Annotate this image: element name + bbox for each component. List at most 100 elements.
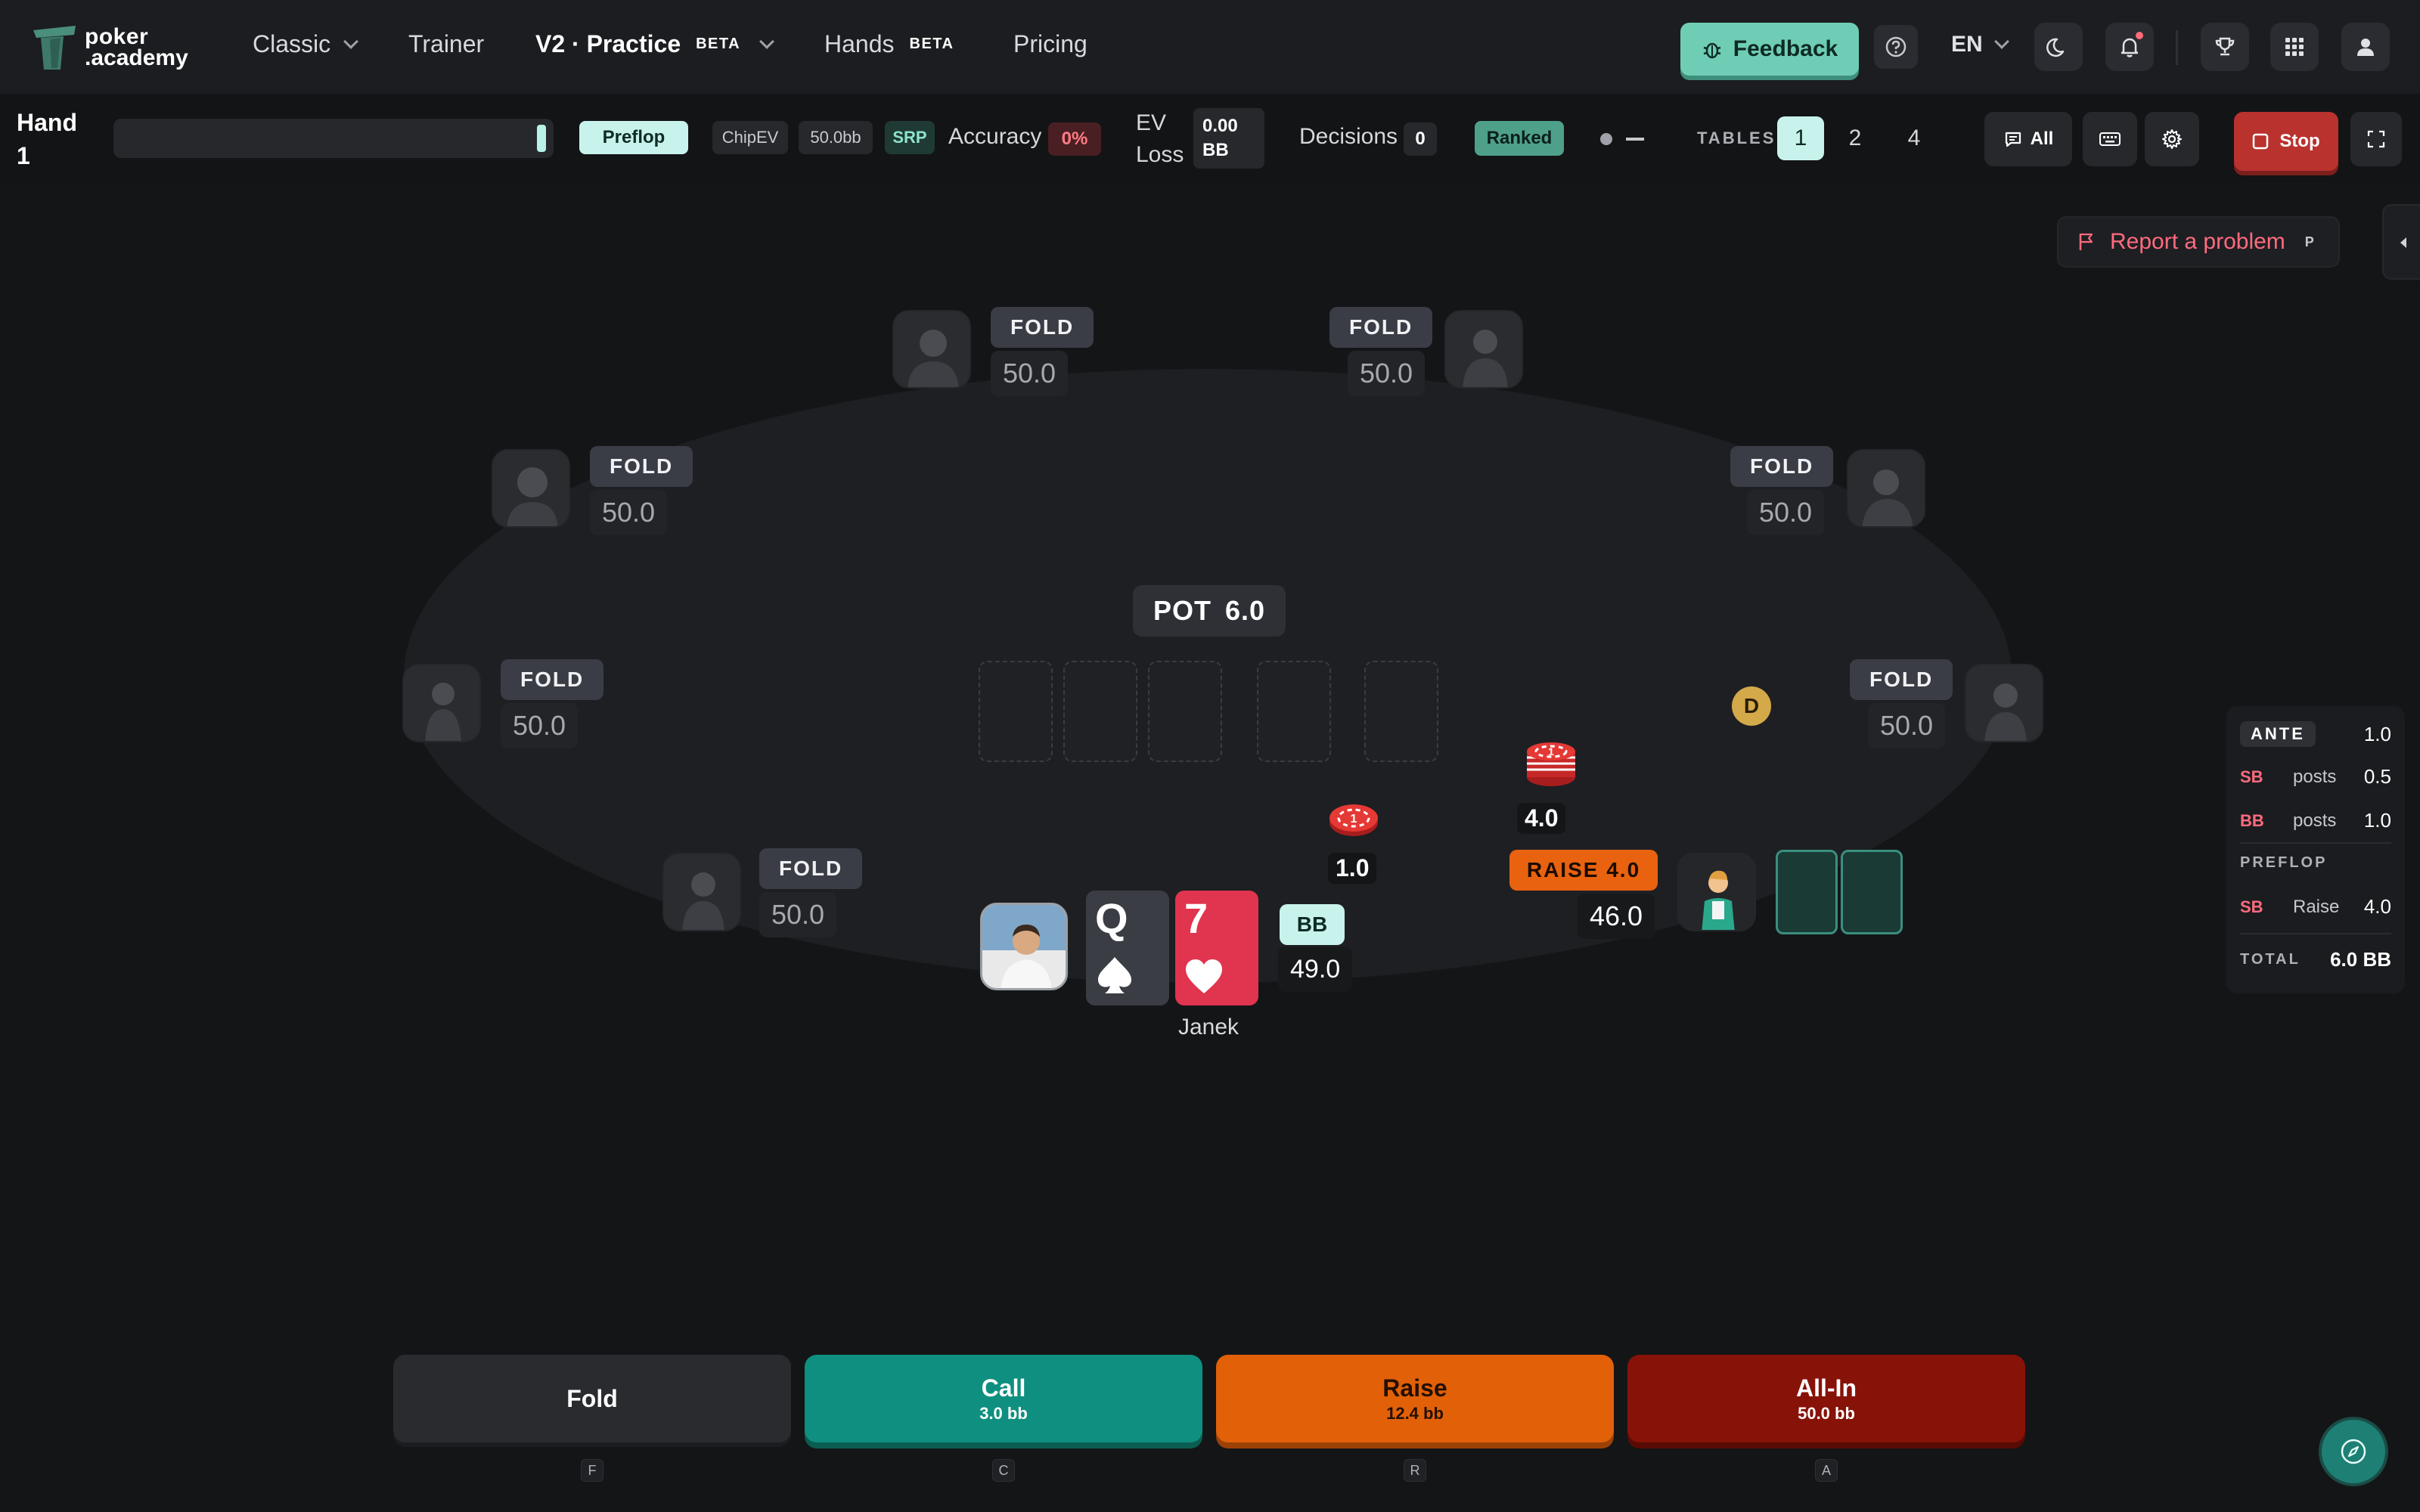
raise-hotkey: R	[1404, 1459, 1426, 1482]
seat-stack: 50.0	[1868, 703, 1946, 748]
mode-chip: ChipEV	[712, 121, 788, 154]
ev-loss-number: 0.00	[1202, 116, 1238, 136]
board-card-slot	[1364, 661, 1438, 762]
seat-action-badge: FOLD	[1850, 659, 1953, 700]
hero-position-badge: BB	[1280, 904, 1345, 945]
seat-stack: 50.0	[501, 703, 579, 748]
logo-word-poker: poker	[85, 24, 149, 49]
player-silhouette-icon	[1984, 683, 2027, 741]
help-icon	[1885, 36, 1907, 57]
beta-badge: BETA	[909, 36, 954, 52]
tables-option-1[interactable]: 1	[1777, 116, 1824, 160]
pot-value: 6.0	[1224, 595, 1266, 626]
log-amount: 0.5	[2363, 765, 2391, 788]
all-in-label: All-In	[1796, 1374, 1857, 1402]
tables-option-2[interactable]: 2	[1832, 116, 1879, 160]
ev-loss-unit: BB	[1202, 140, 1229, 160]
stop-button[interactable]: Stop	[2234, 112, 2338, 171]
poker-academy-logo[interactable]: poker .academy	[30, 23, 188, 73]
chevron-down-icon	[759, 33, 774, 49]
graduation-cap-icon	[30, 23, 79, 73]
theme-toggle-button[interactable]	[2034, 23, 2083, 71]
raise-label: Raise	[1382, 1374, 1447, 1402]
hand-progress-bar	[113, 119, 554, 158]
nav-trainer-label: Trainer	[408, 30, 485, 57]
pot-type-chip: SRP	[885, 121, 935, 154]
log-row-ante: ANTE 1.0	[2240, 721, 2391, 747]
street-badge: Preflop	[579, 121, 688, 154]
seat-stack: 50.0	[991, 351, 1069, 396]
nav-pricing[interactable]: Pricing	[1013, 30, 1087, 58]
player-avatar	[662, 853, 741, 931]
dealer-button: D	[1732, 686, 1771, 726]
player-avatar	[1847, 449, 1925, 528]
notifications-button[interactable]	[2105, 23, 2154, 71]
nav-pricing-label: Pricing	[1013, 30, 1087, 57]
ev-loss-label-line2: Loss	[1136, 142, 1184, 167]
all-in-button[interactable]: All-In 50.0 bb	[1627, 1355, 2025, 1442]
accuracy-value: 0%	[1048, 122, 1101, 156]
villain-bet-amount: 4.0	[1517, 803, 1566, 834]
stop-label: Stop	[2279, 131, 2320, 151]
stack-chip: 50.0bb	[799, 121, 873, 154]
log-section-preflop: PREFLOP	[2240, 854, 2391, 872]
nav-hands[interactable]: Hands BETA	[824, 30, 960, 58]
seat-stack: 50.0	[1348, 351, 1426, 396]
log-divider	[2240, 933, 2391, 934]
villain-stack: 46.0	[1578, 894, 1655, 939]
user-icon	[2357, 39, 2374, 56]
message-icon	[2005, 132, 2021, 147]
language-selector[interactable]: EN	[1951, 32, 2009, 57]
nav-trainer[interactable]: Trainer	[408, 30, 484, 58]
settings-button[interactable]	[2145, 112, 2199, 166]
tables-option-4[interactable]: 4	[1891, 116, 1938, 160]
call-button[interactable]: Call 3.0 bb	[805, 1355, 1202, 1442]
fold-label: Fold	[566, 1384, 618, 1412]
hero-bet-amount: 1.0	[1328, 853, 1377, 884]
player-silhouette-icon	[682, 872, 724, 930]
fullscreen-button[interactable]	[2350, 112, 2402, 166]
nav-practice[interactable]: V2 · Practice BETA	[535, 30, 774, 58]
apps-button[interactable]	[2270, 23, 2319, 71]
log-action: Raise	[2293, 896, 2340, 917]
guide-button[interactable]	[2322, 1420, 2385, 1483]
chip-stack-icon: 1	[1525, 732, 1578, 792]
board-card-slot	[1148, 661, 1222, 762]
villain-action-badge: RAISE 4.0	[1509, 850, 1658, 891]
hero-card-1: Q	[1086, 891, 1169, 1005]
leaderboard-button[interactable]	[2201, 23, 2249, 71]
hero-card-2: 7	[1175, 891, 1258, 1005]
feedback-label: Feedback	[1733, 36, 1838, 61]
log-action: posts	[2293, 810, 2337, 831]
player-avatar	[892, 310, 971, 389]
seat-action-badge: FOLD	[1730, 446, 1834, 487]
seat-action-badge: FOLD	[991, 307, 1094, 348]
nav-hands-label: Hands	[824, 30, 895, 57]
preflop-label: PREFLOP	[2240, 854, 2328, 871]
raise-button[interactable]: Raise 12.4 bb	[1216, 1355, 1614, 1442]
hand-counter: Hand 1	[17, 106, 77, 172]
feedback-button[interactable]: Feedback	[1680, 23, 1859, 76]
fold-button[interactable]: Fold	[393, 1355, 791, 1442]
decisions-value: 0	[1404, 122, 1437, 156]
log-row-sb-raise: SB Raise 4.0	[2240, 895, 2391, 919]
stop-icon	[2253, 133, 2269, 150]
hero-stack: 49.0	[1278, 947, 1353, 992]
report-problem-button[interactable]: Report a problem P	[2057, 216, 2340, 268]
side-panel-toggle[interactable]	[2382, 204, 2420, 280]
log-row-sb-post: SB posts 0.5	[2240, 765, 2391, 789]
filter-all-label: All	[2030, 129, 2054, 149]
filter-all-button[interactable]: All	[1984, 112, 2072, 166]
seat-action-badge: FOLD	[590, 446, 693, 487]
profile-button[interactable]	[2341, 23, 2390, 71]
fold-hotkey: F	[581, 1459, 603, 1482]
help-button[interactable]	[1874, 25, 1918, 69]
hero-name: Janek	[1178, 1015, 1239, 1040]
decisions-label: Decisions	[1299, 124, 1398, 149]
keyboard-shortcuts-button[interactable]	[2083, 112, 2137, 166]
logo-text: poker .academy	[85, 24, 188, 70]
villain-hidden-card	[1841, 850, 1903, 934]
ranked-badge: Ranked	[1475, 121, 1564, 156]
status-dot	[1600, 133, 1612, 145]
nav-classic[interactable]: Classic	[253, 30, 359, 58]
